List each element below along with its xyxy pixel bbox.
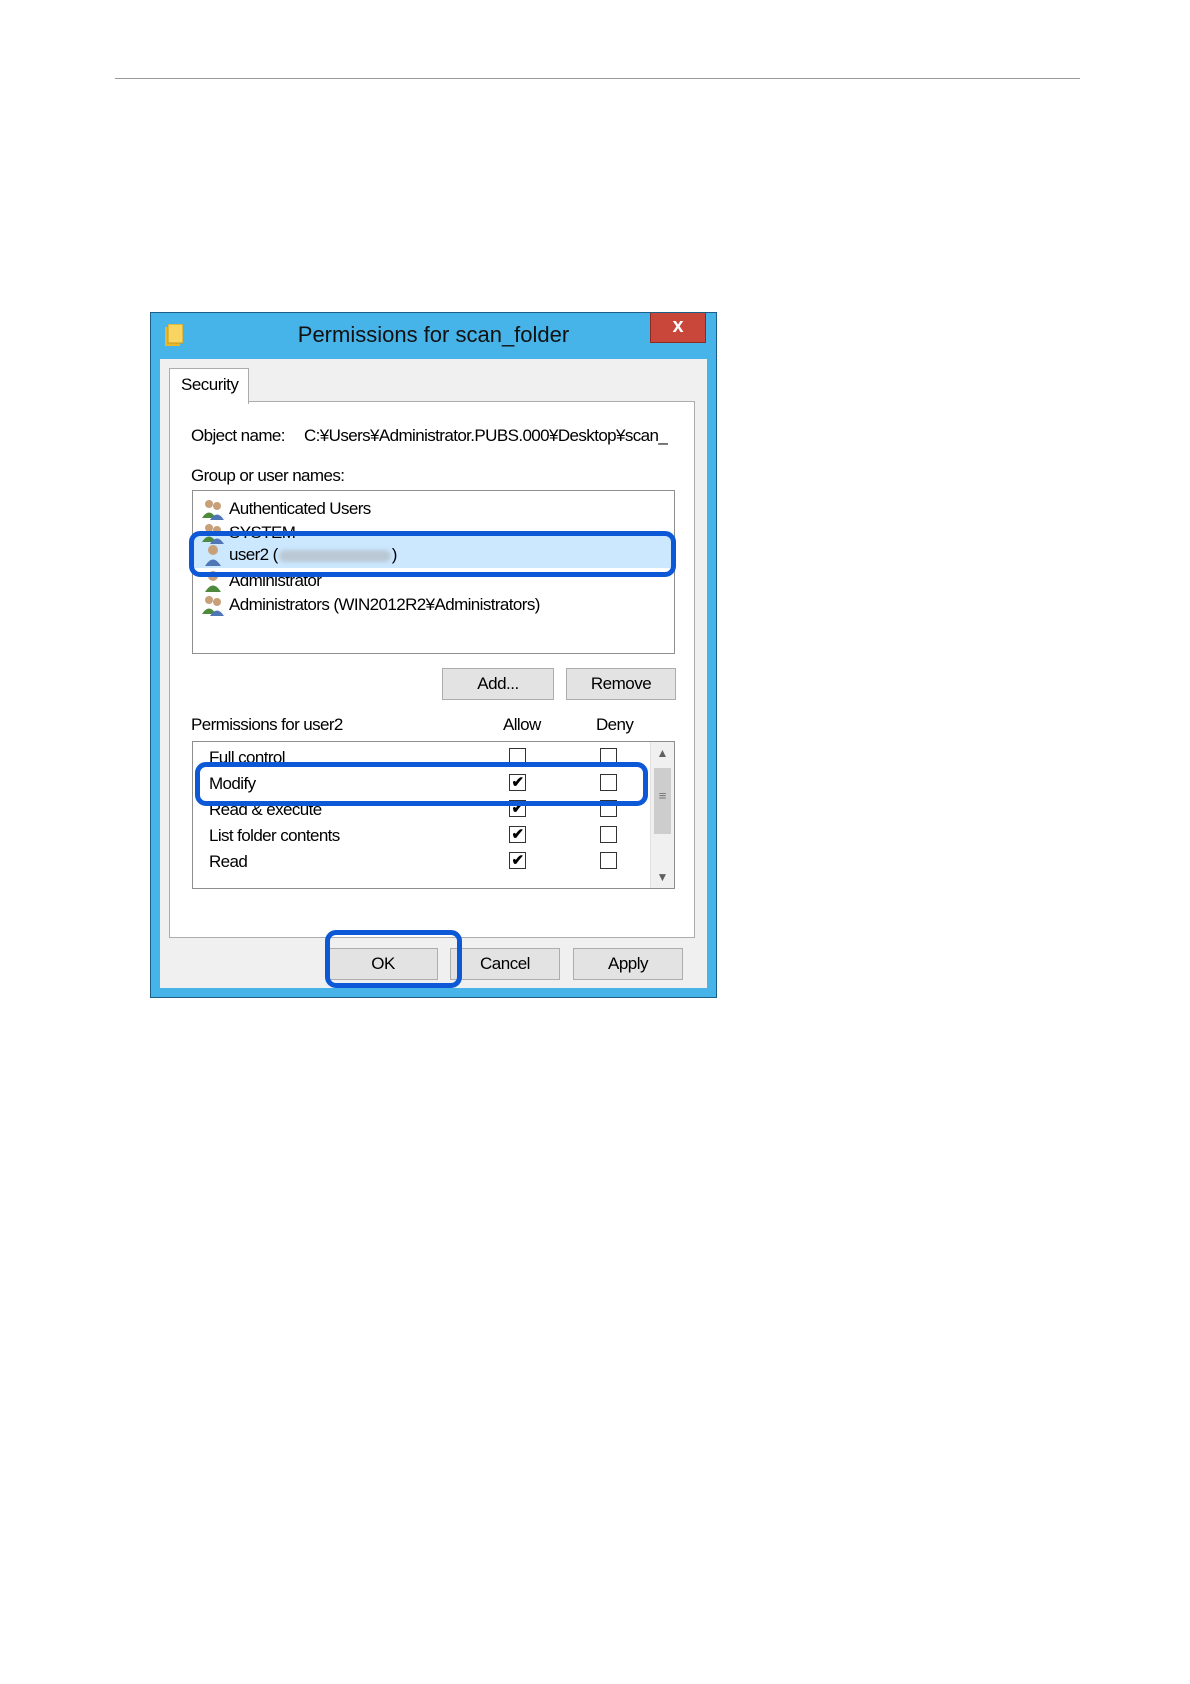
apply-button[interactable]: Apply: [573, 948, 683, 980]
tab-security[interactable]: Security: [169, 368, 249, 404]
redacted-email: [278, 549, 391, 562]
permissions-list[interactable]: Full control Modify ✔ Read & execute ✔ L…: [192, 741, 675, 889]
permission-row-read-execute: Read & execute ✔: [193, 797, 649, 823]
deny-checkbox[interactable]: [600, 748, 617, 765]
page-header-rule: [115, 78, 1080, 79]
deny-checkbox[interactable]: [600, 800, 617, 817]
deny-checkbox[interactable]: [600, 826, 617, 843]
remove-button[interactable]: Remove: [566, 668, 676, 700]
permission-row-list-folder-contents: List folder contents ✔: [193, 823, 649, 849]
allow-checkbox[interactable]: [509, 748, 526, 765]
permission-row-read: Read ✔: [193, 849, 649, 875]
scroll-down-icon[interactable]: ▼: [651, 866, 674, 888]
scroll-up-icon[interactable]: ▲: [651, 742, 674, 764]
title-bar[interactable]: Permissions for scan_folder x: [151, 313, 716, 357]
allow-checkbox[interactable]: ✔: [509, 852, 526, 869]
group-icon: [202, 500, 224, 520]
deny-checkbox[interactable]: [600, 774, 617, 791]
dialog-client-area: Security Object name: C:¥Users¥Administr…: [160, 359, 707, 988]
close-button[interactable]: x: [650, 313, 706, 343]
permission-row-modify: Modify ✔: [193, 771, 649, 797]
permission-row-full-control: Full control: [193, 745, 649, 771]
permissions-scrollbar[interactable]: ▲ ≡ ▼: [650, 742, 674, 888]
object-name-value: C:¥Users¥Administrator.PUBS.000¥Desktop¥…: [304, 426, 668, 445]
deny-checkbox[interactable]: [600, 852, 617, 869]
permissions-dialog: Permissions for scan_folder x Security O…: [150, 312, 717, 998]
grip-icon: ≡: [658, 788, 667, 803]
security-panel: Object name: C:¥Users¥Administrator.PUBS…: [169, 401, 695, 938]
allow-checkbox[interactable]: ✔: [509, 800, 526, 817]
dialog-title: Permissions for scan_folder: [297, 322, 570, 347]
group-icon: [202, 524, 224, 544]
group-names-label: Group or user names:: [191, 466, 345, 485]
user-icon: [205, 571, 221, 592]
group-icon: [202, 596, 224, 616]
cancel-button[interactable]: Cancel: [450, 948, 560, 980]
deny-header: Deny: [596, 715, 634, 734]
ok-button[interactable]: OK: [328, 948, 438, 980]
allow-checkbox[interactable]: ✔: [509, 774, 526, 791]
user-icon: [205, 545, 221, 566]
object-name-label: Object name:: [191, 426, 286, 445]
allow-checkbox[interactable]: ✔: [509, 826, 526, 843]
group-user-list[interactable]: Authenticated Users SYSTEM user2 () Admi…: [192, 490, 675, 654]
scroll-thumb[interactable]: ≡: [654, 768, 671, 834]
add-button[interactable]: Add...: [442, 668, 554, 700]
allow-header: Allow: [503, 715, 541, 734]
permissions-label: Permissions for user2: [191, 715, 343, 734]
